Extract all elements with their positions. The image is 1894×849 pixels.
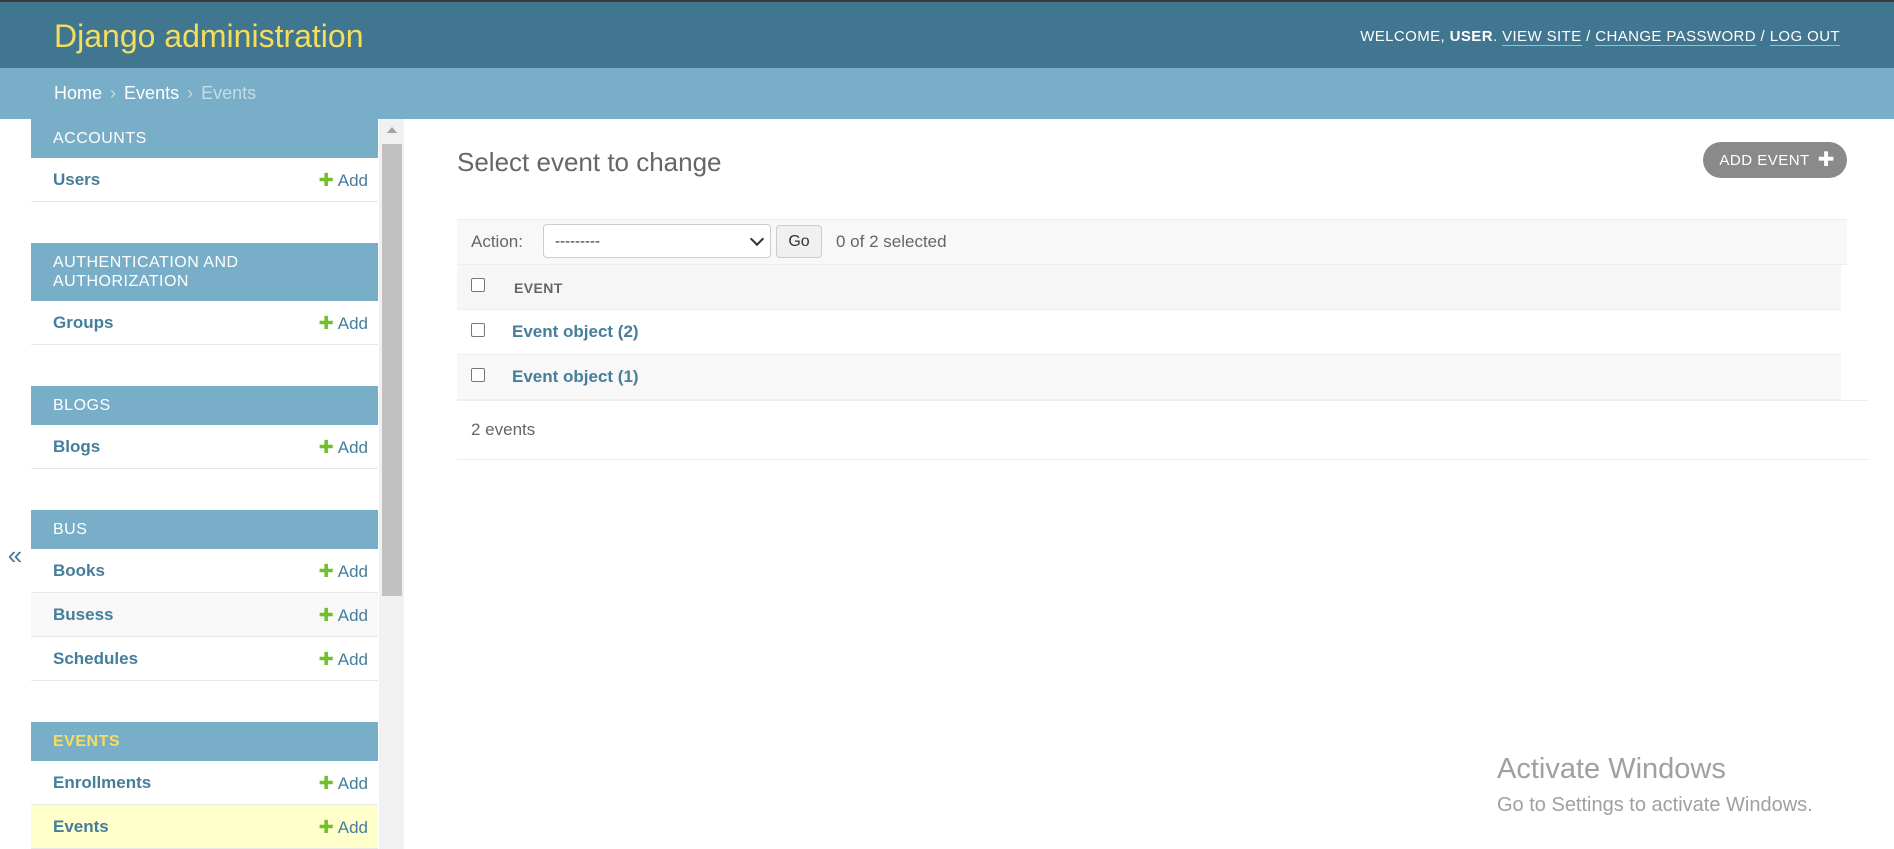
breadcrumb-current: Events [201,83,257,103]
model-link[interactable]: Events [53,817,109,837]
event-link[interactable]: Event object (2) [512,322,639,342]
column-header-event[interactable]: EVENT [514,280,563,296]
module-caption[interactable]: BLOGS [31,386,378,425]
add-link[interactable]: ✚ Add [319,817,368,838]
breadcrumb-separator: › [187,83,194,103]
plus-icon: ✚ [318,561,334,581]
add-label: Add [337,314,368,333]
module-caption[interactable]: BUS [31,510,378,549]
table-row: Event object (2) [457,310,1841,355]
table-row: Event object (1) [457,355,1841,400]
scrollbar-thumb[interactable] [382,144,402,596]
add-link[interactable]: ✚ Add [319,561,368,582]
add-link[interactable]: ✚ Add [319,170,368,191]
select-all-checkbox[interactable] [471,278,485,292]
plus-icon: ✚ [318,437,334,457]
add-link[interactable]: ✚ Add [319,605,368,626]
module-blogs: BLOGS Blogs ✚ Add [31,386,378,469]
model-link[interactable]: Blogs [53,437,100,457]
separator: / [1755,28,1770,45]
model-link[interactable]: Schedules [53,649,138,669]
add-event-button[interactable]: ADD EVENT ✚ [1703,142,1847,178]
plus-icon: ✚ [318,649,334,669]
action-select[interactable]: --------- [543,224,771,258]
sidebar: ACCOUNTS Users ✚ Add AUTHENTICATION AND A… [31,119,378,849]
add-label: Add [337,650,368,669]
result-table: EVENT Event object (2) Event object (1) [457,265,1841,400]
sidebar-item-events: Events ✚ Add [31,805,378,849]
model-link[interactable]: Books [53,561,105,581]
module-accounts: ACCOUNTS Users ✚ Add [31,119,378,202]
view-site-link[interactable]: VIEW SITE [1502,28,1582,46]
user-tools: WELCOME, USER. VIEW SITE / CHANGE PASSWO… [1360,28,1840,46]
action-label: Action: [471,232,523,251]
sidebar-item-users: Users ✚ Add [31,158,378,202]
add-link[interactable]: ✚ Add [319,773,368,794]
row-checkbox[interactable] [471,368,485,382]
model-link[interactable]: Enrollments [53,773,151,793]
event-link[interactable]: Event object (1) [512,367,639,387]
action-select-value: --------- [555,233,600,250]
plus-icon: ✚ [318,313,334,333]
main-content: Select event to change ADD EVENT ✚ Action… [457,119,1869,849]
actions-bar: Action: --------- Go 0 of 2 selected [457,219,1847,265]
module-caption[interactable]: EVENTS [31,722,378,761]
breadcrumb-app[interactable]: Events [124,83,179,103]
watermark-subtitle: Go to Settings to activate Windows. [1497,794,1813,816]
activate-windows-watermark: Activate Windows Go to Settings to activ… [1497,753,1813,817]
separator: / [1581,28,1596,45]
breadcrumb-separator: › [110,83,117,103]
add-label: Add [337,606,368,625]
sidebar-item-busess: Busess ✚ Add [31,593,378,637]
add-link[interactable]: ✚ Add [319,313,368,334]
selected-count: 0 of 2 selected [836,232,947,251]
add-label: Add [337,774,368,793]
add-label: Add [337,562,368,581]
paginator: 2 events [457,400,1869,460]
plus-icon: ✚ [318,773,334,793]
go-button[interactable]: Go [776,225,822,258]
page-title: Select event to change [457,147,722,177]
chevron-down-icon [749,231,765,247]
breadcrumb: Home › Events › Events [0,68,1894,119]
add-label: Add [337,438,368,457]
site-name[interactable]: Django administration [54,18,364,55]
sidebar-scrollbar[interactable] [379,119,404,849]
site-header: Django administration WELCOME, USER. VIE… [0,0,1894,68]
plus-icon: ✚ [318,605,334,625]
module-auth: AUTHENTICATION AND AUTHORIZATION Groups … [31,243,378,345]
username: USER [1449,28,1493,45]
module-caption[interactable]: ACCOUNTS [31,119,378,158]
sidebar-item-enrollments: Enrollments ✚ Add [31,761,378,805]
module-bus: BUS Books ✚ Add Busess ✚ Add Schedules ✚ Ad… [31,510,378,681]
add-link[interactable]: ✚ Add [319,437,368,458]
table-header-row: EVENT [457,265,1841,310]
log-out-link[interactable]: LOG OUT [1769,28,1840,46]
plus-icon: ✚ [318,817,334,837]
model-link[interactable]: Busess [53,605,113,625]
change-password-link[interactable]: CHANGE PASSWORD [1595,28,1756,46]
add-label: Add [337,171,368,190]
welcome-suffix: . [1492,28,1503,45]
add-link[interactable]: ✚ Add [319,649,368,670]
result-count: 2 events [471,420,536,439]
breadcrumb-home[interactable]: Home [54,83,102,103]
plus-icon: ✚ [318,170,334,190]
plus-icon: ✚ [1817,149,1835,171]
sidebar-item-groups: Groups ✚ Add [31,301,378,345]
welcome-text: WELCOME, [1360,28,1450,45]
sidebar-item-books: Books ✚ Add [31,549,378,593]
model-link[interactable]: Groups [53,313,113,333]
module-events: EVENTS Enrollments ✚ Add Events ✚ Add [31,722,378,849]
row-checkbox[interactable] [471,323,485,337]
add-label: Add [337,818,368,837]
toggle-sidebar-button[interactable]: « [0,540,30,570]
sidebar-item-schedules: Schedules ✚ Add [31,637,378,681]
module-caption[interactable]: AUTHENTICATION AND AUTHORIZATION [31,243,378,301]
sidebar-item-blogs: Blogs ✚ Add [31,425,378,469]
watermark-title: Activate Windows [1497,753,1726,785]
add-event-label: ADD EVENT [1719,152,1810,169]
scroll-up-arrow-icon[interactable] [379,123,404,137]
model-link[interactable]: Users [53,170,100,190]
